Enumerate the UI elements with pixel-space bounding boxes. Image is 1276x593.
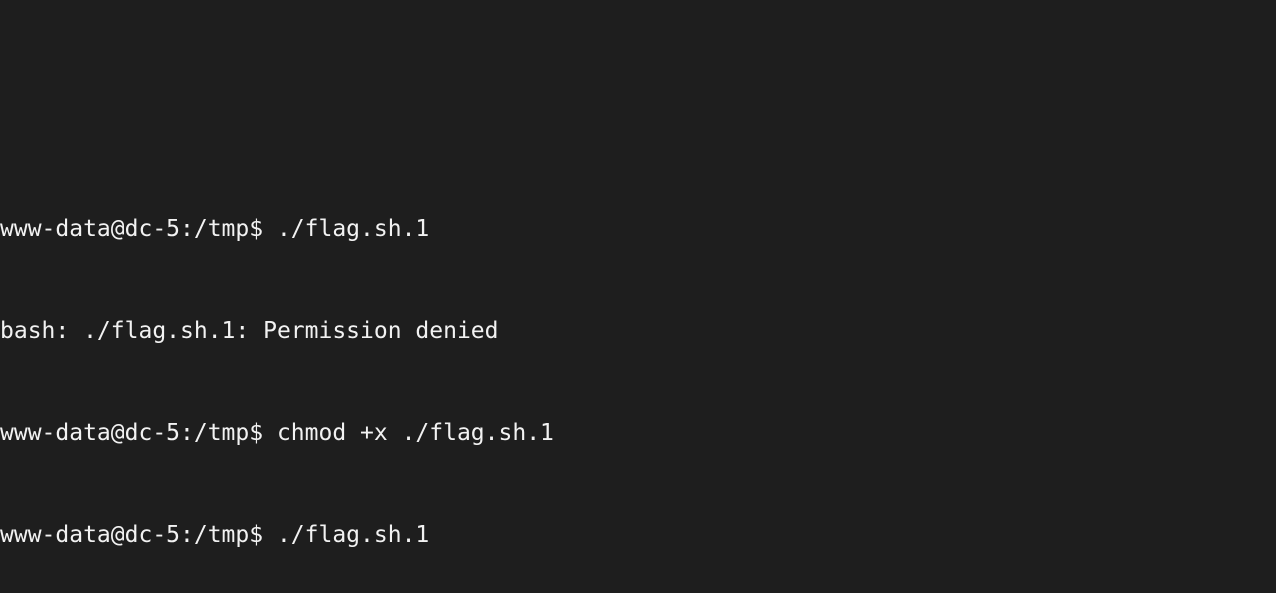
terminal-line: www-data@dc-5:/tmp$ chmod +x ./flag.sh.1: [0, 420, 554, 446]
terminal-line: www-data@dc-5:/tmp$ ./flag.sh.1: [0, 216, 430, 242]
terminal-line: bash: ./flag.sh.1: Permission denied: [0, 318, 499, 344]
terminal-screen[interactable]: www-data@dc-5:/tmp$ ./flag.sh.1 bash: ./…: [0, 0, 1276, 593]
terminal-window[interactable]: www-data@dc-5:/tmp$ ./flag.sh.1 bash: ./…: [0, 0, 1276, 593]
terminal-line: www-data@dc-5:/tmp$ ./flag.sh.1: [0, 522, 430, 548]
terminal-line-scrolled-partial: [0, 76, 1276, 110]
